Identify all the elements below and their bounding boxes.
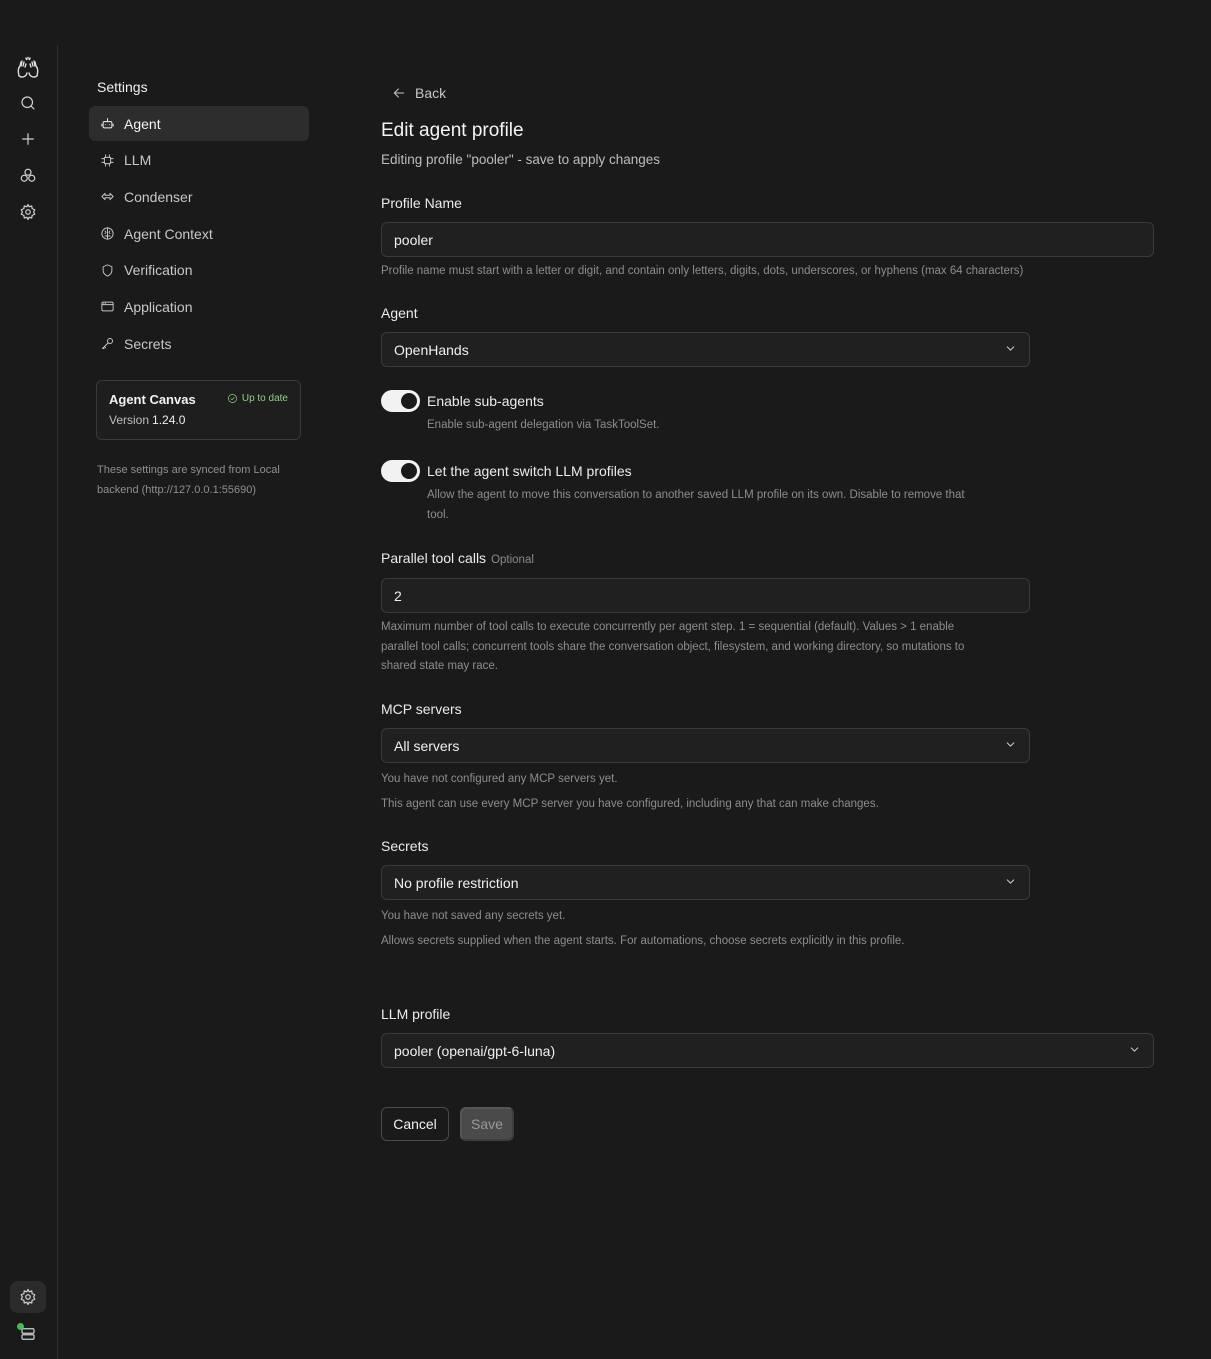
server-status-icon[interactable] bbox=[10, 1318, 46, 1350]
settings-gear-icon[interactable] bbox=[10, 1281, 46, 1313]
settings-nav: Agent LLM Condenser Agent Context Verifi… bbox=[89, 106, 309, 363]
chevron-down-icon bbox=[1004, 342, 1017, 358]
nav-item-verification[interactable]: Verification bbox=[89, 253, 309, 288]
switch-llm-help-line-2: tool. bbox=[427, 508, 449, 521]
nav-item-label: Application bbox=[124, 298, 193, 315]
secrets-select[interactable]: No profile restriction bbox=[381, 865, 1030, 900]
version-label: Version bbox=[109, 413, 150, 427]
agent-icon bbox=[99, 116, 115, 132]
nav-item-label: Agent Context bbox=[124, 225, 213, 242]
sub-agents-label: Enable sub-agents bbox=[427, 393, 544, 409]
switch-llm-toggle[interactable] bbox=[381, 460, 420, 482]
modules-icon[interactable] bbox=[10, 160, 46, 192]
llm-profile-value: pooler (openai/gpt-6-luna) bbox=[394, 1042, 556, 1059]
secrets-value: No profile restriction bbox=[394, 874, 519, 891]
agent-canvas-card: Agent Canvas Up to date Version 1.24.0 bbox=[96, 380, 301, 440]
parallel-tool-calls-help-line-1: Maximum number of tool calls to execute … bbox=[381, 621, 955, 633]
switch-llm-label: Let the agent switch LLM profiles bbox=[427, 463, 632, 479]
logo-hands-icon[interactable] bbox=[10, 52, 46, 84]
cancel-button[interactable]: Cancel bbox=[381, 1107, 449, 1141]
settings-title: Settings bbox=[97, 79, 148, 95]
mcp-servers-value: All servers bbox=[394, 737, 460, 754]
secrets-help-line-1: You have not saved any secrets yet. bbox=[381, 910, 566, 922]
page-title: Edit agent profile bbox=[381, 120, 524, 141]
plus-icon[interactable] bbox=[10, 123, 46, 155]
nav-item-secrets[interactable]: Secrets bbox=[89, 326, 309, 361]
mcp-servers-help-line-1: You have not configured any MCP servers … bbox=[381, 773, 618, 785]
profile-name-help: Profile name must start with a letter or… bbox=[381, 265, 1024, 277]
switch-llm-help-line-1: Allow the agent to move this conversatio… bbox=[427, 489, 965, 501]
parallel-tool-calls-value: 2 bbox=[394, 587, 402, 604]
llm-profile-select[interactable]: pooler (openai/gpt-6-luna) bbox=[381, 1033, 1154, 1068]
parallel-tool-calls-label-text: Parallel tool calls bbox=[381, 550, 487, 566]
check-circle-icon bbox=[227, 394, 237, 403]
optional-tag: Optional bbox=[491, 554, 534, 566]
key-icon bbox=[99, 336, 115, 352]
version-value: 1.24.0 bbox=[152, 413, 186, 427]
search-icon[interactable] bbox=[10, 87, 46, 119]
profile-name-value: pooler bbox=[394, 231, 433, 248]
profile-name-input[interactable]: pooler bbox=[381, 222, 1154, 257]
nav-item-label: Secrets bbox=[124, 335, 172, 352]
icon-rail bbox=[0, 45, 58, 1359]
window-icon bbox=[99, 299, 115, 315]
sub-agents-toggle[interactable] bbox=[381, 390, 420, 412]
sub-agents-row: Enable sub-agents bbox=[381, 390, 544, 412]
parallel-tool-calls-input[interactable]: 2 bbox=[381, 578, 1030, 613]
connected-status-dot bbox=[17, 1323, 24, 1330]
agent-select[interactable]: OpenHands bbox=[381, 332, 1030, 367]
switch-llm-row: Let the agent switch LLM profiles bbox=[381, 460, 632, 482]
mcp-servers-label: MCP servers bbox=[381, 701, 462, 717]
secrets-label: Secrets bbox=[381, 838, 429, 854]
chip-icon bbox=[99, 152, 115, 168]
sub-agents-help: Enable sub-agent delegation via TaskTool… bbox=[427, 419, 660, 431]
llm-profile-label: LLM profile bbox=[381, 1006, 451, 1022]
profile-name-label: Profile Name bbox=[381, 195, 462, 211]
agent-select-value: OpenHands bbox=[394, 341, 469, 358]
settings-gear-icon[interactable] bbox=[10, 196, 46, 228]
nav-item-label: Condenser bbox=[124, 188, 193, 205]
parallel-tool-calls-help-line-2: parallel tool calls; concurrent tools sh… bbox=[381, 640, 965, 653]
back-label: Back bbox=[415, 85, 447, 101]
nav-item-label: Agent bbox=[124, 115, 161, 132]
nav-item-agent-context[interactable]: Agent Context bbox=[89, 216, 309, 251]
shield-icon bbox=[99, 262, 115, 278]
back-button[interactable]: Back bbox=[391, 85, 446, 101]
nav-item-label: LLM bbox=[124, 152, 152, 169]
arrow-left-icon bbox=[393, 88, 405, 98]
condenser-icon bbox=[99, 189, 115, 205]
nav-item-condenser[interactable]: Condenser bbox=[89, 179, 309, 214]
parallel-tool-calls-label: Parallel tool calls Optional bbox=[381, 550, 534, 566]
nav-item-agent[interactable]: Agent bbox=[89, 106, 309, 141]
chevron-down-icon bbox=[1004, 875, 1017, 891]
secrets-help-line-2: Allows secrets supplied when the agent s… bbox=[381, 935, 905, 947]
save-button[interactable]: Save bbox=[460, 1107, 514, 1141]
brain-icon bbox=[99, 226, 115, 242]
canvas-version: Version 1.24.0 bbox=[109, 413, 288, 427]
parallel-tool-calls-help-line-3: shared state may race. bbox=[381, 660, 498, 672]
mcp-servers-help-line-2: This agent can use every MCP server you … bbox=[381, 798, 879, 810]
chevron-down-icon bbox=[1128, 1043, 1141, 1059]
mcp-servers-select[interactable]: All servers bbox=[381, 728, 1030, 763]
update-status-badge: Up to date bbox=[227, 393, 288, 404]
sync-note: These settings are synced from Local bac… bbox=[97, 464, 280, 496]
nav-item-llm[interactable]: LLM bbox=[89, 143, 309, 178]
nav-item-label: Verification bbox=[124, 262, 193, 279]
nav-item-application[interactable]: Application bbox=[89, 289, 309, 324]
agent-label: Agent bbox=[381, 305, 418, 321]
update-status-text: Up to date bbox=[241, 393, 288, 404]
page-subtitle: Editing profile "pooler" - save to apply… bbox=[381, 152, 660, 167]
chevron-down-icon bbox=[1004, 738, 1017, 754]
